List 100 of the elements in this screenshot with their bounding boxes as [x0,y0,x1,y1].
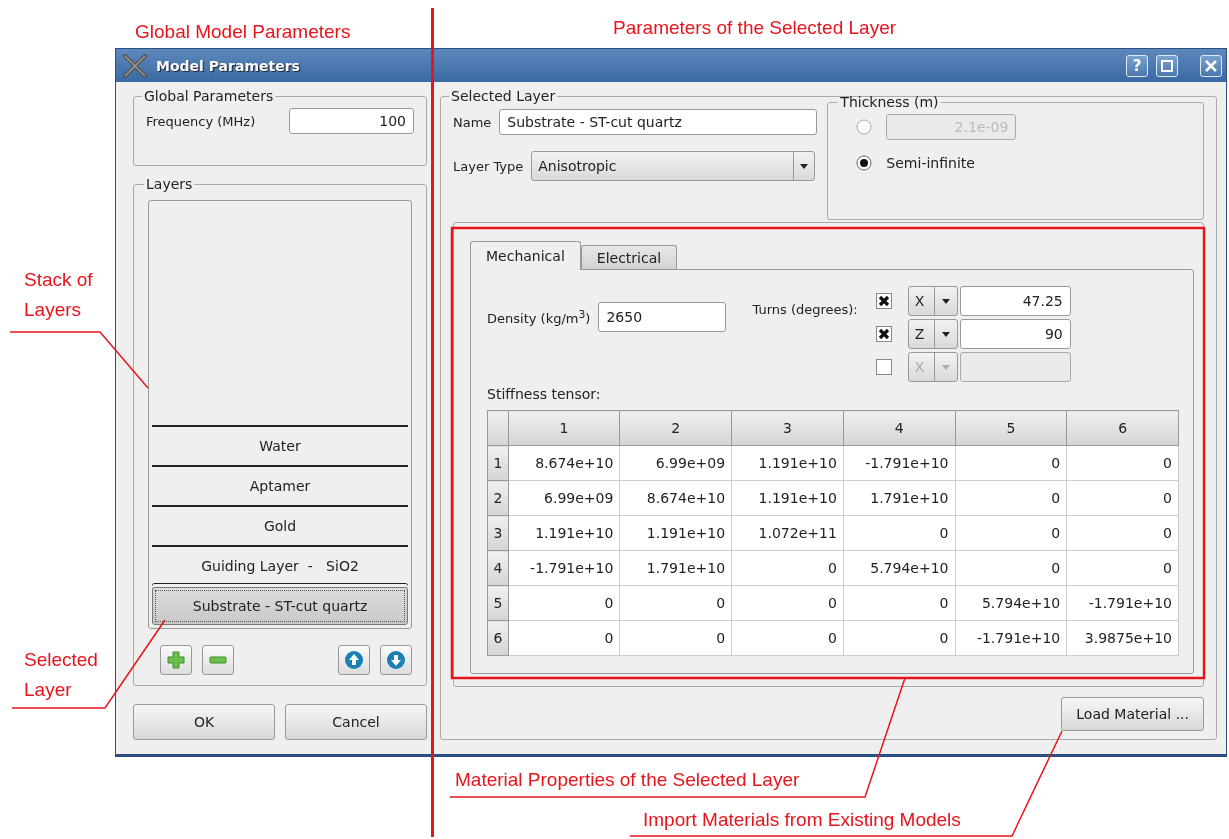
table-cell[interactable]: 0 [1066,480,1179,516]
caret-icon [940,330,951,338]
table-cell[interactable]: 1.791e+10 [843,480,955,516]
name-field[interactable]: Substrate - ST-cut quartz [499,109,818,135]
table-cell[interactable]: 0 [843,585,955,621]
load-material-button[interactable]: Load Material ... [1061,697,1204,731]
table-cell[interactable]: 8.674e+10 [619,480,732,516]
row-header: 4 [487,550,509,586]
table-cell[interactable]: 8.674e+10 [508,445,620,481]
column-header: 5 [955,410,1067,446]
plus-icon [166,650,186,670]
column-header: 4 [843,410,955,446]
annotation-label: Import Materials from Existing Models [643,808,961,832]
layer-item[interactable]: Gold [152,505,408,545]
table-cell[interactable]: 0 [731,620,844,656]
remove-button[interactable] [202,645,234,675]
table-cell[interactable]: -1.791e+10 [955,620,1067,656]
angle-field[interactable]: 90 [959,319,1071,349]
table-cell[interactable]: -1.791e+10 [1066,585,1179,621]
table-cell[interactable]: 0 [955,445,1067,481]
field-label: Name [453,114,492,130]
layer-type-dropdown[interactable]: Anisotropic [531,151,816,181]
field-label: Turns (degrees): [752,301,858,319]
group-title: Layers [145,176,194,192]
move-down-button[interactable] [380,645,412,675]
checkbox[interactable] [875,293,892,309]
table-cell[interactable]: 0 [1066,550,1179,586]
column-header: 6 [1066,410,1179,446]
table-cell[interactable]: 1.072e+11 [731,515,844,551]
group-title: Thickness (m) [839,94,940,110]
column-header: 2 [619,410,732,446]
table-corner [487,410,509,446]
table-cell[interactable]: 5.794e+10 [843,550,955,586]
tab[interactable]: Mechanical [470,241,581,270]
layer-item[interactable]: Aptamer [152,465,408,505]
table-cell[interactable]: 0 [843,620,955,656]
cancel-button[interactable]: Cancel [285,704,427,740]
caret-icon [799,162,810,170]
close-button[interactable] [1200,54,1222,77]
table-cell[interactable]: 0 [508,585,620,621]
field-label: Density (kg/m$^{3}$) [487,307,591,327]
column-header: 1 [508,410,620,446]
table-cell[interactable]: 1.191e+10 [731,445,844,481]
table-cell[interactable]: 1.791e+10 [619,550,732,586]
annotation-label: Selected Layer [24,648,99,702]
axis-dropdown[interactable]: Z [907,319,958,349]
table-cell[interactable]: 1.191e+10 [731,480,844,516]
table-cell[interactable]: 0 [955,550,1067,586]
table-cell[interactable]: 5.794e+10 [955,585,1067,621]
group-title: Selected Layer [450,88,557,104]
table-cell[interactable]: 0 [619,620,732,656]
radio-button[interactable] [856,155,873,171]
axis-dropdown[interactable]: X [907,286,958,316]
table-cell[interactable]: 0 [731,585,844,621]
table-cell[interactable]: 6.99e+09 [619,445,732,481]
row-header: 1 [487,445,509,481]
table-cell[interactable]: 0 [1066,445,1179,481]
window-title: Model Parameters [156,57,301,74]
caret-icon [940,297,951,305]
checkbox[interactable] [875,359,892,375]
row-header: 6 [487,620,509,656]
ok-button[interactable]: OK [133,704,275,740]
radio-label: Semi-infinite [886,155,975,171]
row-header: 5 [487,585,509,621]
field-label: Layer Type [453,158,524,174]
move-up-button[interactable] [338,645,370,675]
angle-field[interactable]: 47.25 [959,286,1071,316]
density-field[interactable]: 2650 [598,302,727,332]
checkbox[interactable] [875,326,892,342]
radio-button[interactable] [856,119,873,135]
table-cell[interactable]: 0 [619,585,732,621]
table-cell[interactable]: 0 [955,480,1067,516]
maximize-button[interactable] [1156,54,1178,77]
close-icon [1205,59,1217,72]
table-cell[interactable]: 3.9875e+10 [1066,620,1179,656]
column-header: 3 [731,410,844,446]
row-header: 3 [487,515,509,551]
table-cell[interactable]: 1.191e+10 [508,515,620,551]
table-cell[interactable]: -1.791e+10 [508,550,620,586]
table-cell[interactable]: 0 [1066,515,1179,551]
table-cell[interactable]: 0 [731,550,844,586]
add-button[interactable] [160,645,192,675]
group-title: Global Parameters [143,88,275,104]
section-label: Stiffness tensor: [487,386,602,402]
caret-icon [940,363,951,371]
table-cell[interactable]: -1.791e+10 [843,445,955,481]
table-cell[interactable]: 0 [508,620,620,656]
tab[interactable]: Electrical [580,245,678,269]
maximize-icon [1161,59,1173,72]
table-cell[interactable]: 6.99e+09 [508,480,620,516]
field-label: Frequency (MHz) [146,113,256,129]
table-cell[interactable]: 0 [843,515,955,551]
annotation-label: Parameters of the Selected Layer [613,16,897,40]
annotation-label: Material Properties of the Selected Layer [455,768,800,792]
table-cell[interactable]: 1.191e+10 [619,515,732,551]
annotation-label: Global Model Parameters [135,20,351,44]
app-logo-icon [122,52,148,79]
table-cell[interactable]: 0 [955,515,1067,551]
layer-item[interactable]: Water [152,425,408,465]
frequency-field[interactable]: 100 [289,108,414,134]
